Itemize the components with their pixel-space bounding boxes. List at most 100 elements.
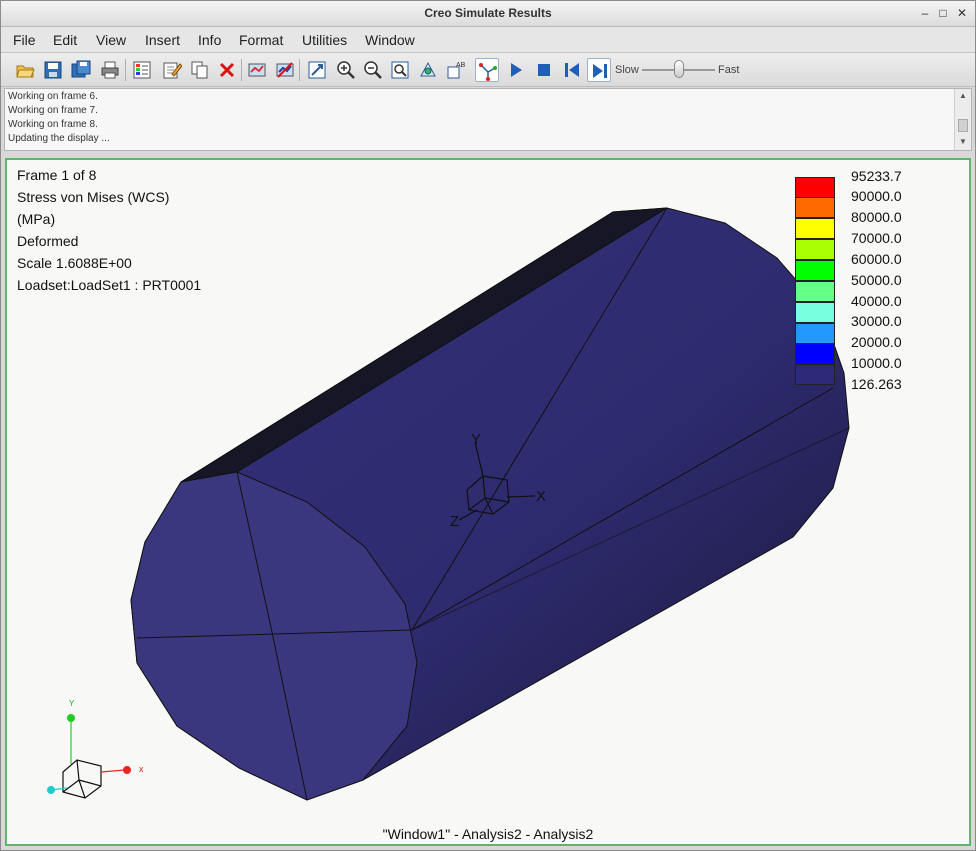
legend-max-value: 95233.7 <box>851 168 902 184</box>
edit-window-button[interactable] <box>160 58 184 82</box>
legend-level: 10000.0 <box>851 355 902 371</box>
triad-z-label: Z <box>450 513 459 530</box>
menu-utilities[interactable]: Utilities <box>302 32 347 48</box>
toolbar-separator <box>299 59 300 81</box>
legend-level: 80000.0 <box>851 209 902 225</box>
legend-level: 90000.0 <box>851 188 902 204</box>
menu-window[interactable]: Window <box>365 32 415 48</box>
view-orientation-triad <box>47 714 131 799</box>
save-as-button[interactable] <box>69 58 93 82</box>
annotation-button[interactable]: AB <box>444 58 468 82</box>
menu-edit[interactable]: Edit <box>53 32 77 48</box>
legend-level: 50000.0 <box>851 272 902 288</box>
skip-forward-icon <box>593 64 607 78</box>
menu-bar: File Edit View Insert Info Format Utilit… <box>1 27 975 53</box>
legend-level: 70000.0 <box>851 230 902 246</box>
print-button[interactable] <box>98 58 122 82</box>
legend-swatch <box>795 364 835 385</box>
minimize-button[interactable]: – <box>917 5 933 21</box>
graphics-window[interactable]: Y X Z Y x Frame 1 of 8 Stress von Mises … <box>5 158 971 846</box>
legend-swatch <box>795 177 835 198</box>
orient-button[interactable] <box>416 58 440 82</box>
refit-icon <box>308 61 326 79</box>
message-line: Working on frame 8. <box>8 119 98 130</box>
zoom-window-icon <box>391 61 409 79</box>
menu-view[interactable]: View <box>96 32 126 48</box>
display-mode: Deformed <box>17 233 79 249</box>
zoom-in-button[interactable] <box>334 58 358 82</box>
menu-insert[interactable]: Insert <box>145 32 180 48</box>
legend-swatch <box>795 197 835 218</box>
window-title: Creo Simulate Results <box>424 6 552 20</box>
refit-button[interactable] <box>305 58 329 82</box>
stop-icon <box>538 64 550 76</box>
triad-x-label: X <box>536 488 546 505</box>
legend-swatch <box>795 281 835 302</box>
zoom-window-button[interactable] <box>388 58 412 82</box>
menu-info[interactable]: Info <box>198 32 221 48</box>
legend-level: 40000.0 <box>851 293 902 309</box>
open-button[interactable] <box>13 58 37 82</box>
message-area: Working on frame 6. Working on frame 7. … <box>4 88 972 151</box>
step-forward-button[interactable] <box>587 58 611 82</box>
orient-icon <box>420 61 436 77</box>
title-bar: Creo Simulate Results – □ ✕ <box>1 1 975 27</box>
legend-swatch <box>795 218 835 239</box>
legend-swatch <box>795 302 835 323</box>
legend-swatch <box>795 343 835 364</box>
close-button[interactable]: ✕ <box>954 5 970 21</box>
toolbar-separator <box>125 59 126 81</box>
scroll-up-icon[interactable]: ▲ <box>958 91 968 101</box>
legend-level: 20000.0 <box>851 334 902 350</box>
hide-result-icon <box>276 62 294 78</box>
message-scrollbar[interactable]: ▲ ▼ <box>954 89 971 150</box>
delete-button[interactable] <box>215 58 239 82</box>
window-analysis-label: "Window1" - Analysis2 - Analysis2 <box>382 826 594 842</box>
hide-button[interactable] <box>273 58 297 82</box>
stop-button[interactable] <box>532 58 556 82</box>
show-result-icon <box>248 63 266 77</box>
maximize-button[interactable]: □ <box>935 5 951 21</box>
deformation-scale: Scale 1.6088E+00 <box>17 255 132 271</box>
slow-label: Slow <box>615 64 639 76</box>
save-button[interactable] <box>41 58 65 82</box>
triad-y-label: Y <box>471 431 481 448</box>
rewind-button[interactable] <box>560 58 584 82</box>
frame-indicator: Frame 1 of 8 <box>17 167 97 183</box>
zoom-out-icon <box>364 61 382 79</box>
result-quantity: Stress von Mises (WCS) <box>17 189 170 205</box>
mini-triad-y-label: Y <box>69 699 75 708</box>
zoom-out-button[interactable] <box>361 58 385 82</box>
message-line: Working on frame 6. <box>8 91 98 102</box>
menu-file[interactable]: File <box>13 32 36 48</box>
toolbar-separator <box>241 59 242 81</box>
show-button[interactable] <box>245 58 269 82</box>
save-icon <box>44 61 62 79</box>
mini-triad-x-label: x <box>139 764 144 774</box>
loadset-label: Loadset:LoadSet1 : PRT0001 <box>17 277 202 293</box>
scroll-thumb[interactable] <box>958 119 968 132</box>
scroll-down-icon[interactable]: ▼ <box>958 137 968 147</box>
delete-x-icon <box>219 62 235 78</box>
printer-icon <box>101 61 119 79</box>
copy-button[interactable] <box>188 58 212 82</box>
edit-icon <box>163 62 182 79</box>
legend-min-value: 126.263 <box>851 376 902 392</box>
animate-button[interactable] <box>475 58 499 82</box>
speed-slider-thumb[interactable] <box>674 60 684 78</box>
legend-level: 30000.0 <box>851 313 902 329</box>
menu-format[interactable]: Format <box>239 32 283 48</box>
message-line: Working on frame 7. <box>8 105 98 116</box>
copy-icon <box>191 61 208 79</box>
legend-swatch <box>795 323 835 344</box>
legend-button[interactable] <box>130 58 154 82</box>
save-as-icon <box>71 60 91 78</box>
play-button[interactable] <box>504 58 528 82</box>
skip-back-icon <box>565 63 579 77</box>
open-folder-icon <box>16 65 35 78</box>
play-icon <box>511 63 522 77</box>
message-line: Updating the display ... <box>8 133 110 144</box>
legend-swatch <box>795 239 835 260</box>
legend-icon <box>133 61 151 79</box>
annotation-icon: AB <box>447 62 466 79</box>
